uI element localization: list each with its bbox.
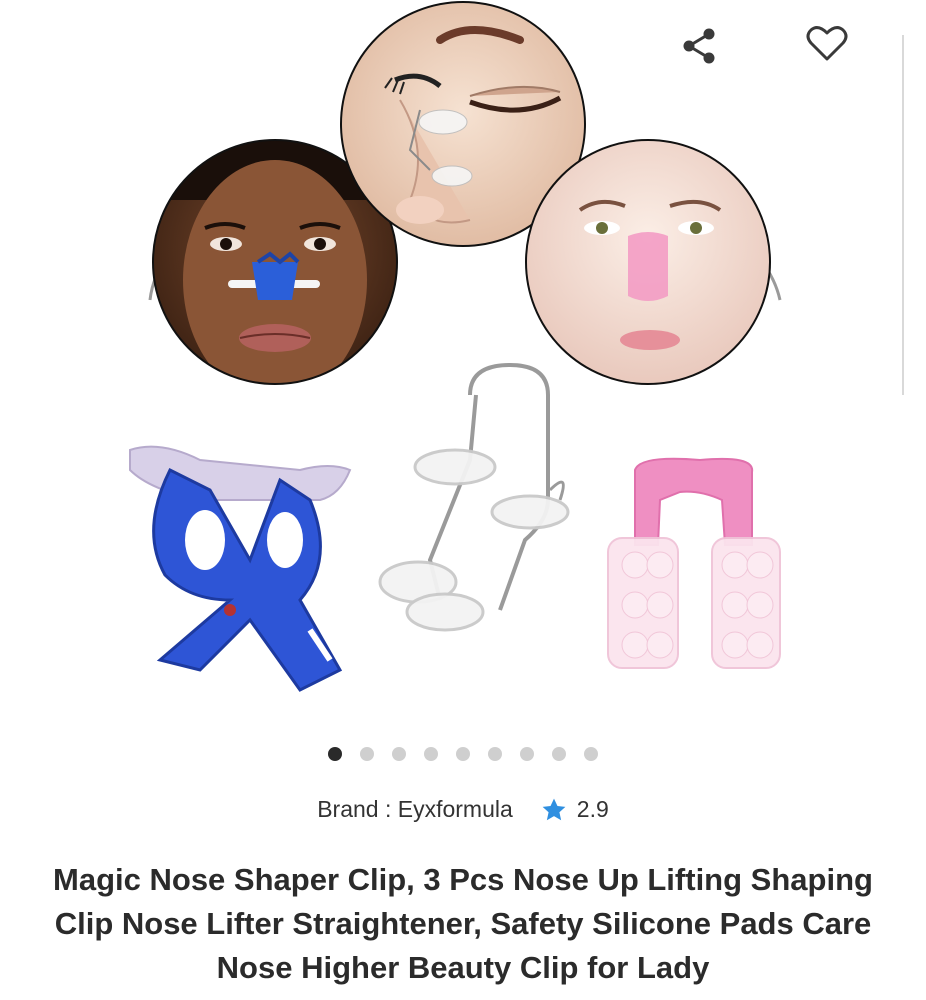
share-button[interactable] — [680, 26, 728, 74]
heart-icon — [806, 26, 848, 61]
gallery-dot[interactable] — [328, 747, 342, 761]
blue-nose-clip-product — [129, 445, 352, 692]
gallery-dot[interactable] — [584, 747, 598, 761]
product-image-gallery[interactable] — [0, 0, 926, 735]
model-photo-pink-clip — [525, 139, 771, 385]
gallery-dot[interactable] — [424, 747, 438, 761]
brand-rating-row: Brand : Eyxformula 2.9 — [0, 796, 926, 823]
gallery-dot[interactable] — [552, 747, 566, 761]
pink-nose-clip-product — [607, 457, 781, 669]
gallery-dot[interactable] — [456, 747, 470, 761]
rating[interactable]: 2.9 — [541, 796, 609, 823]
share-icon — [683, 28, 715, 64]
gallery-dot[interactable] — [360, 747, 374, 761]
gallery-dot[interactable] — [520, 747, 534, 761]
gallery-pagination — [0, 747, 926, 765]
gallery-dot[interactable] — [488, 747, 502, 761]
wire-nose-clip-product — [378, 362, 570, 632]
rating-value: 2.9 — [576, 796, 609, 822]
product-title: Magic Nose Shaper Clip, 3 Pcs Nose Up Li… — [53, 862, 873, 985]
brand-label[interactable]: Brand : Eyxformula — [317, 796, 513, 823]
star-icon — [542, 798, 566, 820]
scroll-edge — [902, 35, 904, 395]
wishlist-button[interactable] — [806, 24, 854, 72]
product-image — [129, 1, 782, 692]
gallery-dot[interactable] — [392, 747, 406, 761]
